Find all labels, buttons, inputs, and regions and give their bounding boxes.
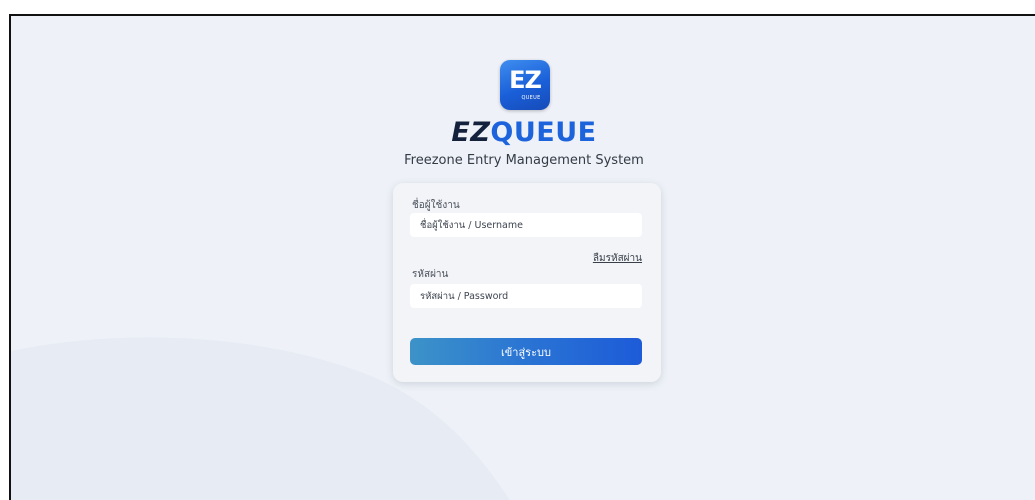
- app-subtitle: Freezone Entry Management System: [404, 153, 644, 168]
- app-logo-icon: EZ QUEUE: [500, 60, 550, 110]
- login-card: ชื่อผู้ใช้งาน ลืมรหัสผ่าน รหัสผ่าน เข้าส…: [393, 183, 661, 382]
- brand-wordmark: EZQUEUE: [11, 116, 1035, 150]
- forgot-password-link[interactable]: ลืมรหัสผ่าน: [593, 253, 642, 265]
- logo-tile-subtext: QUEUE: [521, 95, 541, 101]
- brand-wordmark-queue: QUEUE: [490, 117, 597, 148]
- logo-tile-text: EZ: [509, 66, 542, 94]
- login-page: EZ QUEUE EZQUEUE Freezone Entry Manageme…: [9, 14, 1035, 500]
- username-input[interactable]: [410, 213, 642, 237]
- password-input[interactable]: [410, 284, 642, 308]
- username-label: ชื่อผู้ใช้งาน: [412, 200, 460, 211]
- brand-wordmark-ez: EZ: [451, 117, 491, 148]
- login-button[interactable]: เข้าสู่ระบบ: [410, 338, 642, 365]
- password-label: รหัสผ่าน: [412, 269, 449, 280]
